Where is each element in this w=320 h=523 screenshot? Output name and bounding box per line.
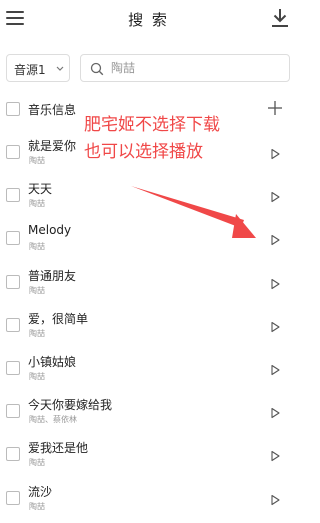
play-icon[interactable] xyxy=(269,404,281,419)
source-select-label: 音源1 xyxy=(14,63,46,77)
song-row[interactable]: 今天你要嫁给我陶喆、蔡依林 xyxy=(0,389,297,431)
annotation-line-1: 肥宅姬不选择下载 xyxy=(84,115,220,135)
chevron-down-icon xyxy=(55,61,65,80)
song-artist: 陶喆 xyxy=(29,242,45,251)
play-icon[interactable] xyxy=(269,318,281,333)
annotation-text: 肥宅姬不选择下载 也可以选择播放 xyxy=(84,112,274,166)
song-row[interactable]: 爱，很简单陶喆 xyxy=(0,303,297,345)
song-checkbox[interactable] xyxy=(6,491,20,505)
song-artist: 陶喆、蔡依林 xyxy=(29,415,77,424)
annotation-line-2: 也可以选择播放 xyxy=(84,142,203,162)
play-icon[interactable] xyxy=(269,361,281,376)
song-checkbox[interactable] xyxy=(6,447,20,461)
song-title: 小镇姑娘 xyxy=(28,355,77,369)
song-title: 就是爱你 xyxy=(28,139,77,153)
song-title: 爱我还是他 xyxy=(28,441,89,455)
song-checkbox[interactable] xyxy=(6,404,20,418)
song-title: 普通朋友 xyxy=(28,269,77,283)
song-checkbox[interactable] xyxy=(6,275,20,289)
song-title: 今天你要嫁给我 xyxy=(28,398,113,412)
song-row[interactable]: Melody 陶喆 xyxy=(0,216,297,258)
song-checkbox[interactable] xyxy=(6,318,20,332)
song-title: 流沙 xyxy=(28,485,53,499)
song-checkbox[interactable] xyxy=(6,145,20,159)
search-box xyxy=(80,54,290,82)
top-bar: 搜 索 xyxy=(0,0,297,40)
search-input[interactable] xyxy=(111,58,281,78)
list-header-label: 音乐信息 xyxy=(28,103,77,117)
play-icon[interactable] xyxy=(269,447,281,462)
song-artist: 陶喆 xyxy=(29,502,45,511)
play-icon[interactable] xyxy=(269,188,281,203)
song-row[interactable]: 普通朋友 陶喆 xyxy=(0,260,297,302)
song-checkbox[interactable] xyxy=(6,188,20,202)
song-artist: 陶喆 xyxy=(29,329,45,338)
song-title: Melody xyxy=(28,223,72,237)
select-all-checkbox[interactable] xyxy=(6,102,20,116)
source-select[interactable]: 音源1 xyxy=(6,54,70,82)
song-title: 天天 xyxy=(28,182,53,196)
song-checkbox[interactable] xyxy=(6,361,20,375)
song-checkbox[interactable] xyxy=(6,231,20,245)
play-icon[interactable] xyxy=(269,275,281,290)
page-title: 搜 索 xyxy=(128,11,169,29)
play-icon[interactable] xyxy=(269,491,281,506)
song-title: 爱，很简单 xyxy=(28,312,89,326)
search-icon xyxy=(90,61,104,80)
song-artist: 陶喆 xyxy=(29,199,45,208)
song-artist: 陶喆 xyxy=(29,156,45,165)
song-artist: 陶喆 xyxy=(29,372,45,381)
song-row[interactable]: 爱我还是他 陶喆 xyxy=(0,432,297,474)
song-row[interactable]: 流沙 陶喆 xyxy=(0,476,297,518)
download-icon[interactable] xyxy=(271,8,289,28)
song-artist: 陶喆 xyxy=(29,458,45,467)
play-icon[interactable] xyxy=(269,231,281,246)
song-row[interactable]: 小镇姑娘 陶喆 xyxy=(0,346,297,388)
song-artist: 陶喆 xyxy=(29,286,45,295)
song-row[interactable]: 天天 陶喆 xyxy=(0,173,297,215)
